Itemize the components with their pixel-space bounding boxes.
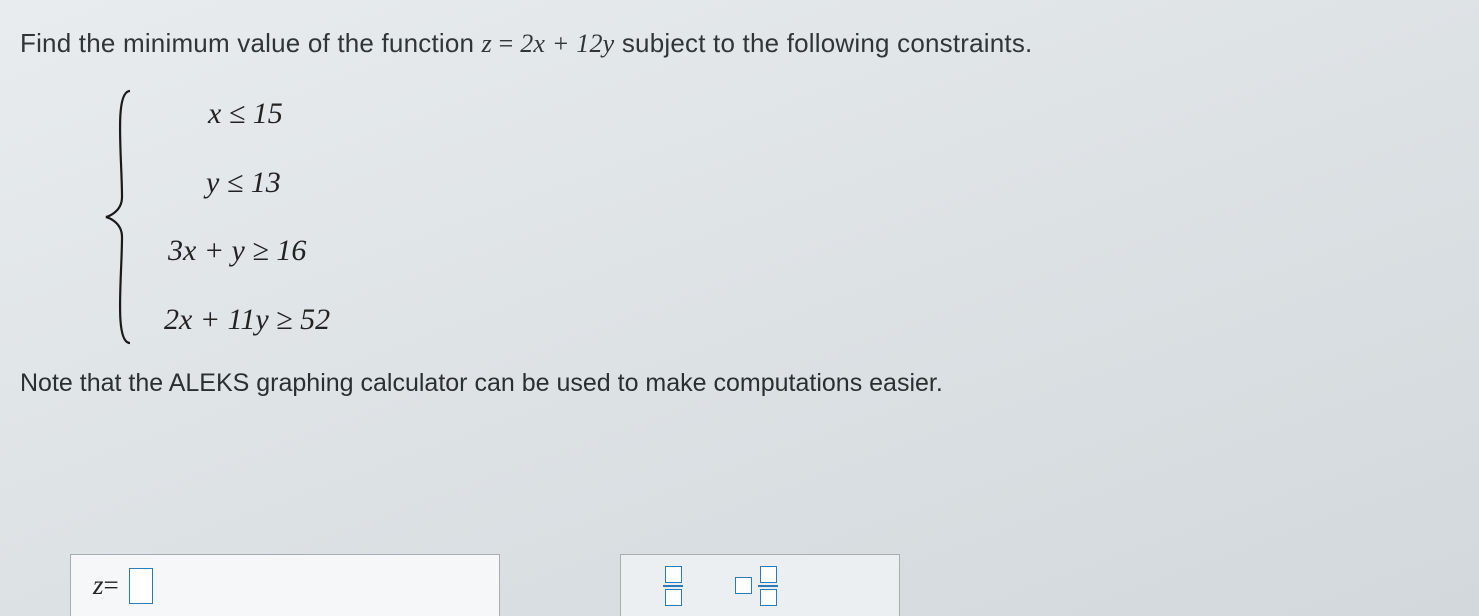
constraint-2: y ≤ 13 bbox=[164, 166, 330, 200]
left-brace-icon bbox=[100, 87, 136, 347]
constraint-4: 2x + 11y ≥ 52 bbox=[164, 303, 330, 337]
fraction-icon bbox=[758, 566, 778, 606]
answer-equals: = bbox=[104, 570, 119, 601]
constraint-1: x ≤ 15 bbox=[164, 97, 330, 131]
answer-label: z bbox=[93, 570, 104, 601]
answer-input[interactable] bbox=[129, 568, 153, 604]
func-rhs: 2x + 12y bbox=[520, 29, 614, 58]
question-page: Find the minimum value of the function z… bbox=[0, 0, 1479, 616]
prompt-before-text: Find the minimum value of the function bbox=[20, 28, 482, 58]
func-lhs: z bbox=[482, 29, 492, 58]
constraints-block: x ≤ 15 y ≤ 13 3x + y ≥ 16 2x + 11y ≥ 52 bbox=[100, 87, 1459, 347]
math-toolbox bbox=[620, 554, 900, 616]
fraction-button[interactable] bbox=[663, 566, 683, 606]
answer-box: z = bbox=[70, 554, 500, 616]
mixed-number-button[interactable] bbox=[735, 566, 778, 606]
answer-row: z = bbox=[70, 554, 900, 616]
equals-sign: = bbox=[492, 29, 520, 58]
constraints-list: x ≤ 15 y ≤ 13 3x + y ≥ 16 2x + 11y ≥ 52 bbox=[136, 87, 330, 347]
constraint-3: 3x + y ≥ 16 bbox=[164, 234, 330, 268]
prompt-after-text: subject to the following constraints. bbox=[614, 28, 1032, 58]
question-prompt: Find the minimum value of the function z… bbox=[20, 28, 1459, 59]
calculator-note: Note that the ALEKS graphing calculator … bbox=[20, 369, 1459, 398]
fraction-icon bbox=[663, 566, 683, 606]
whole-box-icon bbox=[735, 577, 752, 594]
